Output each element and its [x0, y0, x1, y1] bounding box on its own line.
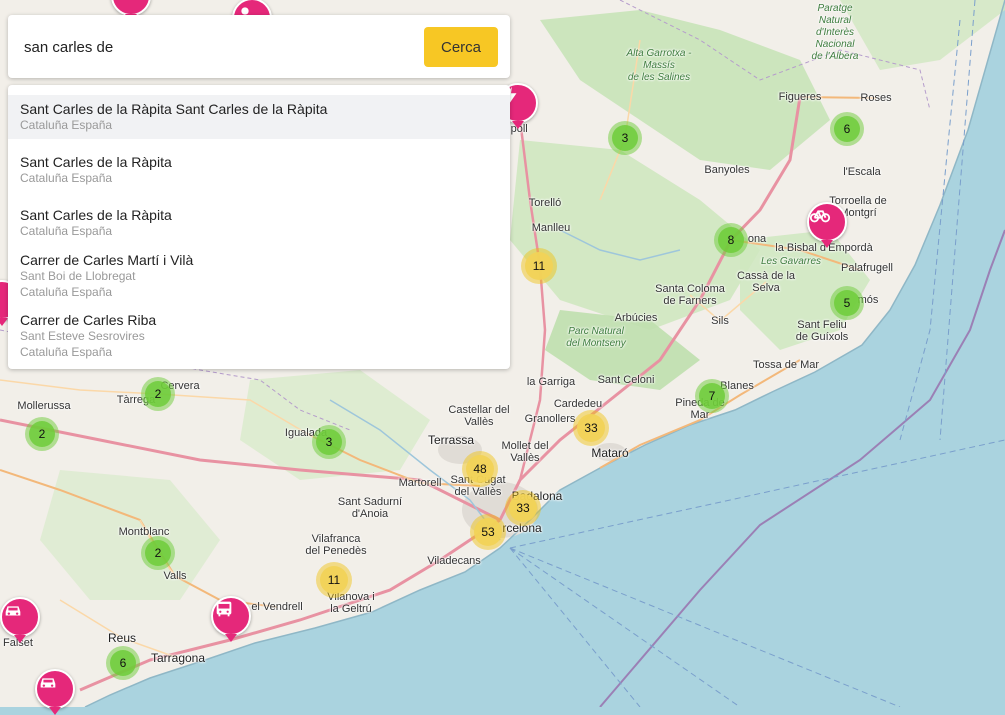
place-label: Santa Coloma de Farners — [655, 283, 725, 307]
cluster-count: 7 — [699, 383, 725, 409]
result-title: Sant Carles de la Ràpita — [20, 154, 172, 170]
map-marker[interactable] — [35, 669, 75, 709]
marker-cluster[interactable]: 48 — [462, 451, 498, 487]
cluster-count: 6 — [834, 116, 860, 142]
place-label: Tarragona — [150, 651, 206, 665]
protected-area-label: Les Gavarres — [760, 256, 822, 267]
marker-cluster[interactable]: 2 — [141, 536, 175, 570]
map-marker[interactable] — [0, 597, 40, 637]
cluster-count: 8 — [718, 227, 744, 253]
place-label: Castellar del Vallès — [448, 404, 510, 428]
cluster-count: 2 — [145, 540, 171, 566]
result-subtitle: Cataluña España — [20, 285, 113, 299]
search-result-item[interactable]: Carrer de Carles Martí i Vilà Sant Boi de… — [8, 248, 510, 300]
cluster-count: 5 — [834, 290, 860, 316]
result-title: Carrer de Carles Martí i Vilà — [20, 252, 194, 268]
search-button[interactable]: Cerca — [424, 27, 498, 67]
place-label: Torelló — [528, 197, 562, 209]
place-label: Sant Feliu de Guíxols — [795, 319, 849, 343]
place-label: Tossa de Mar — [752, 359, 820, 371]
car-icon — [40, 678, 56, 688]
place-label: Vilafranca del Penedès — [305, 533, 367, 557]
marker-cluster[interactable]: 6 — [106, 646, 140, 680]
map-marker[interactable] — [211, 596, 251, 636]
place-label: el Vendrell — [251, 601, 303, 613]
result-subtitle: Cataluña España — [20, 171, 113, 185]
result-subtitle: Cataluña España — [20, 118, 113, 132]
map-marker[interactable] — [807, 202, 847, 242]
cluster-count: 2 — [29, 421, 55, 447]
marker-cluster[interactable]: 33 — [505, 490, 541, 526]
search-input[interactable] — [22, 33, 416, 61]
generic-icon — [0, 282, 6, 304]
protected-area-label: Alta Garrotxa - Massís de les Salines — [626, 48, 692, 83]
place-label: Mollet del Vallès — [501, 440, 549, 464]
marker-cluster[interactable]: 33 — [573, 410, 609, 446]
cluster-count: 3 — [316, 429, 342, 455]
marker-cluster[interactable]: 6 — [830, 112, 864, 146]
cluster-count: 33 — [577, 414, 605, 442]
search-result-item[interactable]: Sant Carles de la Ràpita Cataluña España — [8, 203, 510, 243]
place-label: Valls — [163, 570, 187, 582]
search-panel: Cerca — [8, 15, 510, 78]
result-subtitle: Sant Boi de Llobregat — [20, 269, 136, 283]
place-label: Viladecans — [427, 555, 481, 567]
place-label: Arbúcies — [614, 312, 658, 324]
place-label: la Garriga — [526, 376, 576, 388]
protected-area-label: Parc Natural del Montseny — [566, 326, 626, 349]
marker-cluster[interactable]: 11 — [316, 562, 352, 598]
cluster-count: 11 — [320, 566, 348, 594]
cluster-count: 53 — [474, 518, 502, 546]
protected-area-label: Paratge Natural d'Interès Nacional de l'… — [811, 3, 859, 62]
place-label: Cardedeu — [553, 398, 603, 410]
place-label: Figueres — [778, 91, 822, 103]
place-label: Sant Celoni — [597, 374, 655, 386]
place-label: l'Escala — [843, 166, 881, 178]
shipping-lane — [509, 547, 641, 707]
search-result-item[interactable]: Sant Carles de la Ràpita Cataluña España — [8, 150, 510, 190]
result-title: Carrer de Carles Riba — [20, 312, 157, 328]
cluster-count: 2 — [145, 381, 171, 407]
place-label: Mataró — [591, 446, 629, 460]
marker-cluster[interactable]: 11 — [521, 248, 557, 284]
result-subtitle: Sant Esteve Sesrovires — [20, 329, 145, 343]
place-label: Palafrugell — [841, 262, 893, 274]
place-label: Roses — [860, 92, 892, 104]
result-subtitle: Cataluña España — [20, 224, 113, 238]
place-label: Martorell — [398, 477, 442, 489]
marker-cluster[interactable]: 53 — [470, 514, 506, 550]
place-label: Mollerussa — [17, 400, 71, 412]
marker-cluster[interactable]: 8 — [714, 223, 748, 257]
place-label: Sant Sadurní d'Anoia — [337, 496, 403, 520]
result-subtitle: Cataluña España — [20, 345, 113, 359]
marker-cluster[interactable]: 3 — [312, 425, 346, 459]
place-label: Terrassa — [427, 433, 475, 447]
marker-cluster[interactable]: 7 — [695, 379, 729, 413]
place-label: Cassà de la Selva — [736, 270, 796, 294]
result-title: Sant Carles de la Ràpita Sant Carles de … — [20, 101, 328, 117]
cluster-count: 3 — [612, 125, 638, 151]
search-result-item[interactable]: Sant Carles de la Ràpita Sant Carles de … — [8, 95, 510, 139]
search-result-item[interactable]: Carrer de Carles Riba Sant Esteve Sesrovi… — [8, 308, 510, 360]
cluster-count: 11 — [525, 252, 553, 280]
place-label: Sils — [711, 315, 729, 327]
marker-cluster[interactable]: 3 — [608, 121, 642, 155]
search-results: Sant Carles de la Ràpita Sant Carles de … — [8, 85, 510, 369]
marker-cluster[interactable]: 2 — [141, 377, 175, 411]
car-icon — [5, 606, 21, 616]
marker-cluster[interactable]: 5 — [830, 286, 864, 320]
shipping-lane — [509, 547, 901, 707]
cluster-count: 48 — [466, 455, 494, 483]
marker-cluster[interactable]: 2 — [25, 417, 59, 451]
bicycle-icon — [809, 210, 831, 223]
place-label: Banyoles — [704, 164, 750, 176]
cluster-count: 6 — [110, 650, 136, 676]
place-label: Granollers — [524, 413, 576, 425]
place-label: Manlleu — [531, 222, 571, 234]
result-title: Sant Carles de la Ràpita — [20, 207, 172, 223]
cluster-count: 33 — [509, 494, 537, 522]
bus-icon — [216, 601, 232, 617]
place-label: ona — [747, 233, 767, 245]
place-label: Reus — [107, 631, 137, 645]
